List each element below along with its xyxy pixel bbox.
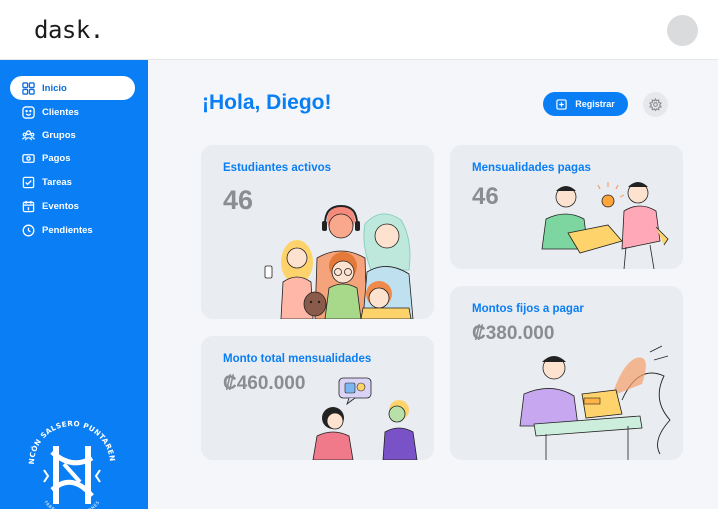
gear-icon — [649, 98, 662, 111]
money-icon — [21, 151, 35, 165]
sidebar-item-eventos[interactable]: Eventos — [10, 194, 135, 218]
plus-square-icon — [556, 98, 567, 110]
sidebar-item-label: Eventos — [42, 200, 79, 212]
students-group-illustration — [264, 204, 414, 319]
sidebar: Inicio Clientes Grupos Pagos Tareas Even… — [0, 60, 148, 509]
club-emblem-logo: RINCÓN SALSERO PUNTARENAS FÁBRICA DE CAM… — [22, 412, 117, 509]
sidebar-item-label: Pagos — [42, 152, 71, 164]
svg-text:FÁBRICA DE CAMPEONES: FÁBRICA DE CAMPEONES — [43, 500, 100, 509]
settings-button[interactable] — [643, 92, 668, 117]
user-avatar[interactable] — [667, 15, 698, 46]
sidebar-item-clientes[interactable]: Clientes — [10, 100, 135, 124]
sidebar-item-tareas[interactable]: Tareas — [10, 170, 135, 194]
clock-icon — [21, 223, 35, 237]
card-value: ₡380.000 — [472, 323, 555, 344]
card-title: Monto total mensualidades — [223, 353, 372, 365]
group-icon — [21, 128, 35, 142]
cash-register-illustration — [519, 345, 671, 460]
sidebar-item-inicio[interactable]: Inicio — [10, 76, 135, 100]
page-greeting: ¡Hola, Diego! — [202, 91, 332, 114]
card-paid-fees[interactable]: Mensualidades pagas 46 — [450, 145, 683, 269]
smile-icon — [21, 105, 35, 119]
card-active-students[interactable]: Estudiantes activos 46 — [201, 145, 434, 319]
sidebar-item-pendientes[interactable]: Pendientes — [10, 218, 135, 242]
card-value: 46 — [223, 185, 254, 215]
top-bar: dask. — [0, 0, 718, 60]
app-logo[interactable]: dask. — [34, 16, 104, 44]
card-title: Estudiantes activos — [223, 162, 332, 174]
card-fixed-amounts[interactable]: Montos fijos a pagar ₡380.000 — [450, 286, 683, 460]
sidebar-item-grupos[interactable]: Grupos — [10, 123, 135, 147]
payment-exchange-illustration — [541, 182, 669, 269]
calendar-icon — [21, 199, 35, 213]
sidebar-item-pagos[interactable]: Pagos — [10, 146, 135, 170]
sidebar-item-label: Grupos — [42, 129, 76, 141]
sidebar-item-label: Tareas — [42, 176, 72, 188]
grid-icon — [21, 81, 35, 95]
conversation-illustration — [312, 377, 418, 460]
register-button-label: Registrar — [575, 99, 615, 109]
card-title: Montos fijos a pagar — [472, 303, 584, 315]
card-value: ₡460.000 — [223, 373, 306, 394]
svg-text:RINCÓN SALSERO PUNTARENAS: RINCÓN SALSERO PUNTARENAS — [22, 412, 117, 465]
sidebar-item-label: Inicio — [42, 82, 67, 94]
sidebar-item-label: Clientes — [42, 106, 79, 118]
card-title: Mensualidades pagas — [472, 162, 591, 174]
checklist-icon — [21, 175, 35, 189]
register-button[interactable]: Registrar — [543, 92, 628, 116]
sidebar-item-label: Pendientes — [42, 224, 93, 236]
card-total-fees[interactable]: Monto total mensualidades ₡460.000 — [201, 336, 434, 460]
card-value: 46 — [472, 183, 499, 210]
